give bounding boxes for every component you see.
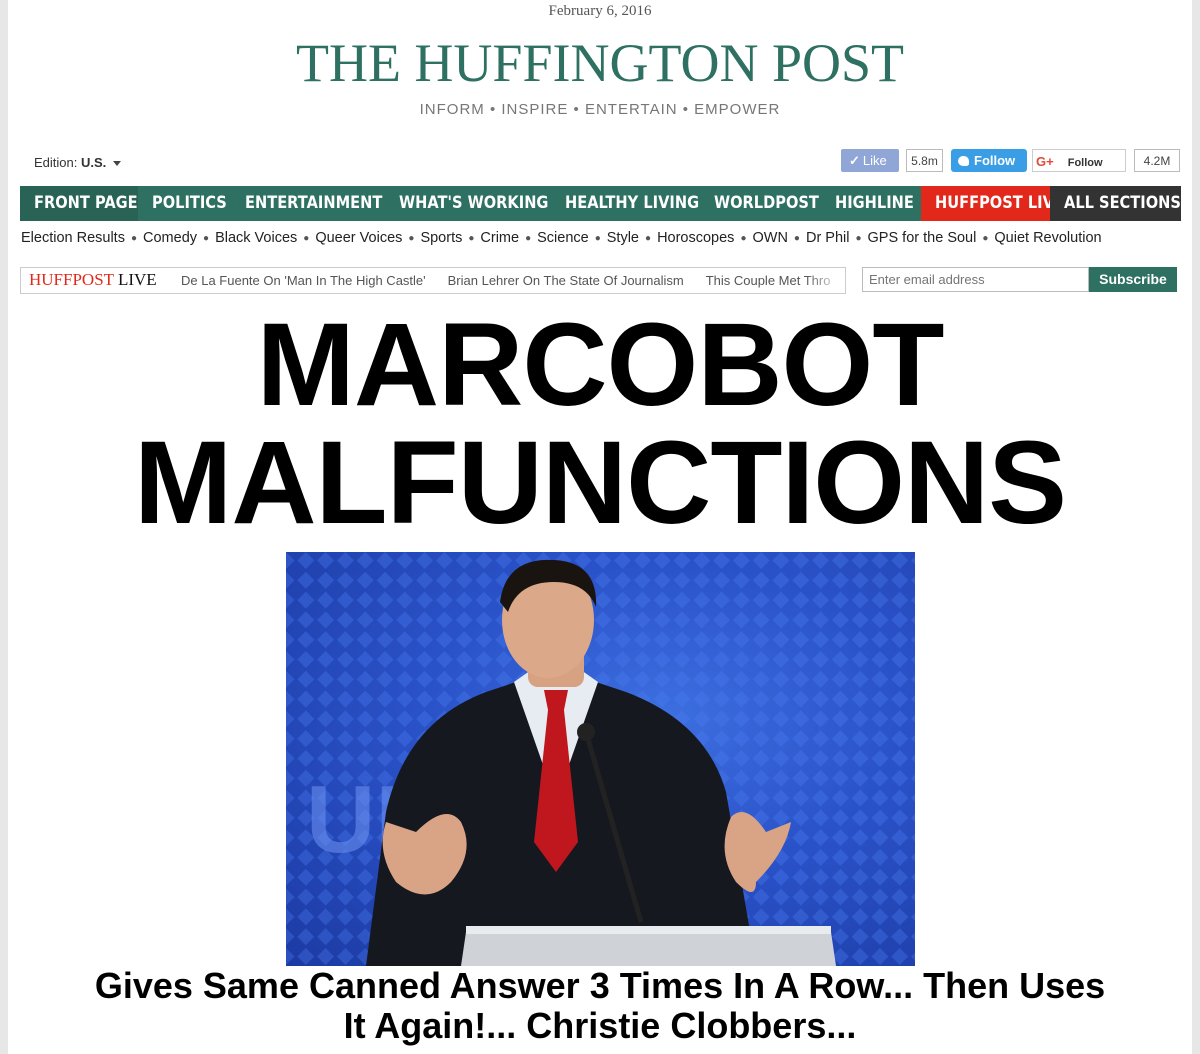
subnav-item[interactable]: Queer Voices	[315, 230, 402, 246]
subhead-line-1: Gives Same Canned Answer 3 Times In A Ro…	[94, 965, 1106, 1006]
facebook-like-count: 5.8m	[906, 149, 943, 172]
nav-item-worldpost[interactable]: WORLDPOST	[700, 186, 821, 221]
google-plus-icon: G+	[1036, 154, 1054, 169]
edition-value: U.S.	[81, 155, 107, 170]
edition-label: Edition:	[34, 155, 78, 170]
photo-illustration: UR YOU	[286, 552, 915, 966]
email-input[interactable]	[862, 267, 1089, 292]
huffpost-live-ticker: HUFFPOST LIVE De La Fuente On 'Man In Th…	[20, 267, 846, 294]
tagline: INFORM • INSPIRE • ENTERTAIN • EMPOWER	[419, 101, 781, 118]
subnav-item[interactable]: Quiet Revolution	[994, 230, 1101, 246]
subnav-item[interactable]: Comedy	[143, 230, 197, 246]
nav-item-front-page[interactable]: FRONT PAGE	[20, 186, 138, 221]
nav-item-healthy-living[interactable]: HEALTHY LIVING	[551, 186, 700, 221]
nav-item-huffpost-live[interactable]: HUFFPOST LIVE	[921, 186, 1050, 221]
facebook-like-button[interactable]: ✓ Like	[841, 149, 899, 172]
check-icon: ✓	[849, 153, 860, 168]
site-logo[interactable]: THE HUFFINGTON POST	[0, 33, 1200, 93]
live-links: De La Fuente On 'Man In The High Castle'…	[181, 273, 845, 288]
subnav-item[interactable]: Election Results	[21, 230, 125, 246]
nav-item-politics[interactable]: POLITICS	[138, 186, 231, 221]
headline-line-1: MARCOBOT	[256, 299, 945, 431]
splash-photo[interactable]: UR YOU	[286, 552, 915, 966]
subnav-item[interactable]: Black Voices	[215, 230, 297, 246]
subhead-line-2: It Again!... Christie Clobbers...	[343, 1005, 857, 1046]
subnav-item[interactable]: Science	[537, 230, 589, 246]
headline-line-2: MALFUNCTIONS	[134, 417, 1067, 549]
date: February 6, 2016	[548, 3, 652, 19]
ticker-fade	[805, 268, 845, 293]
subscribe-button[interactable]: Subscribe	[1089, 267, 1177, 292]
subnav-item[interactable]: Crime	[480, 230, 519, 246]
subnav-item[interactable]: Horoscopes	[657, 230, 734, 246]
live-link[interactable]: De La Fuente On 'Man In The High Castle'	[181, 273, 426, 288]
subnav-item[interactable]: Dr Phil	[806, 230, 850, 246]
edition-selector[interactable]: Edition: U.S.	[34, 155, 121, 170]
nav-item-all-sections[interactable]: ALL SECTIONS	[1050, 186, 1181, 221]
sub-nav: Election Results ● Comedy ● Black Voices ● Que…	[21, 230, 1102, 246]
google-plus-count: 4.2M	[1134, 149, 1180, 172]
subnav-item[interactable]: OWN	[752, 230, 787, 246]
caret-down-icon	[112, 161, 121, 167]
huffpost-live-logo[interactable]: HUFFPOST LIVE	[29, 270, 157, 290]
nav-item-highline[interactable]: HIGHLINE	[821, 186, 921, 221]
splash-subhead[interactable]: Gives Same Canned Answer 3 Times In A Ro…	[0, 966, 1200, 1046]
social-buttons: ✓ Like 5.8m Follow G+ Follow 4.2M	[841, 149, 1181, 173]
subnav-item[interactable]: Style	[607, 230, 639, 246]
nav-item-whats-working[interactable]: WHAT'S WORKING	[385, 186, 551, 221]
splash-headline[interactable]: MARCOBOT MALFUNCTIONS	[0, 306, 1200, 542]
twitter-bird-icon	[958, 156, 969, 166]
nav-item-entertainment[interactable]: ENTERTAINMENT	[231, 186, 385, 221]
live-link[interactable]: Brian Lehrer On The State Of Journalism	[448, 273, 684, 288]
subnav-item[interactable]: Sports	[420, 230, 462, 246]
main-nav: FRONT PAGE POLITICS ENTERTAINMENT WHAT'S…	[20, 186, 1181, 221]
subnav-item[interactable]: GPS for the Soul	[868, 230, 977, 246]
twitter-follow-button[interactable]: Follow	[951, 149, 1027, 172]
google-plus-follow-button[interactable]: G+ Follow	[1032, 149, 1126, 172]
